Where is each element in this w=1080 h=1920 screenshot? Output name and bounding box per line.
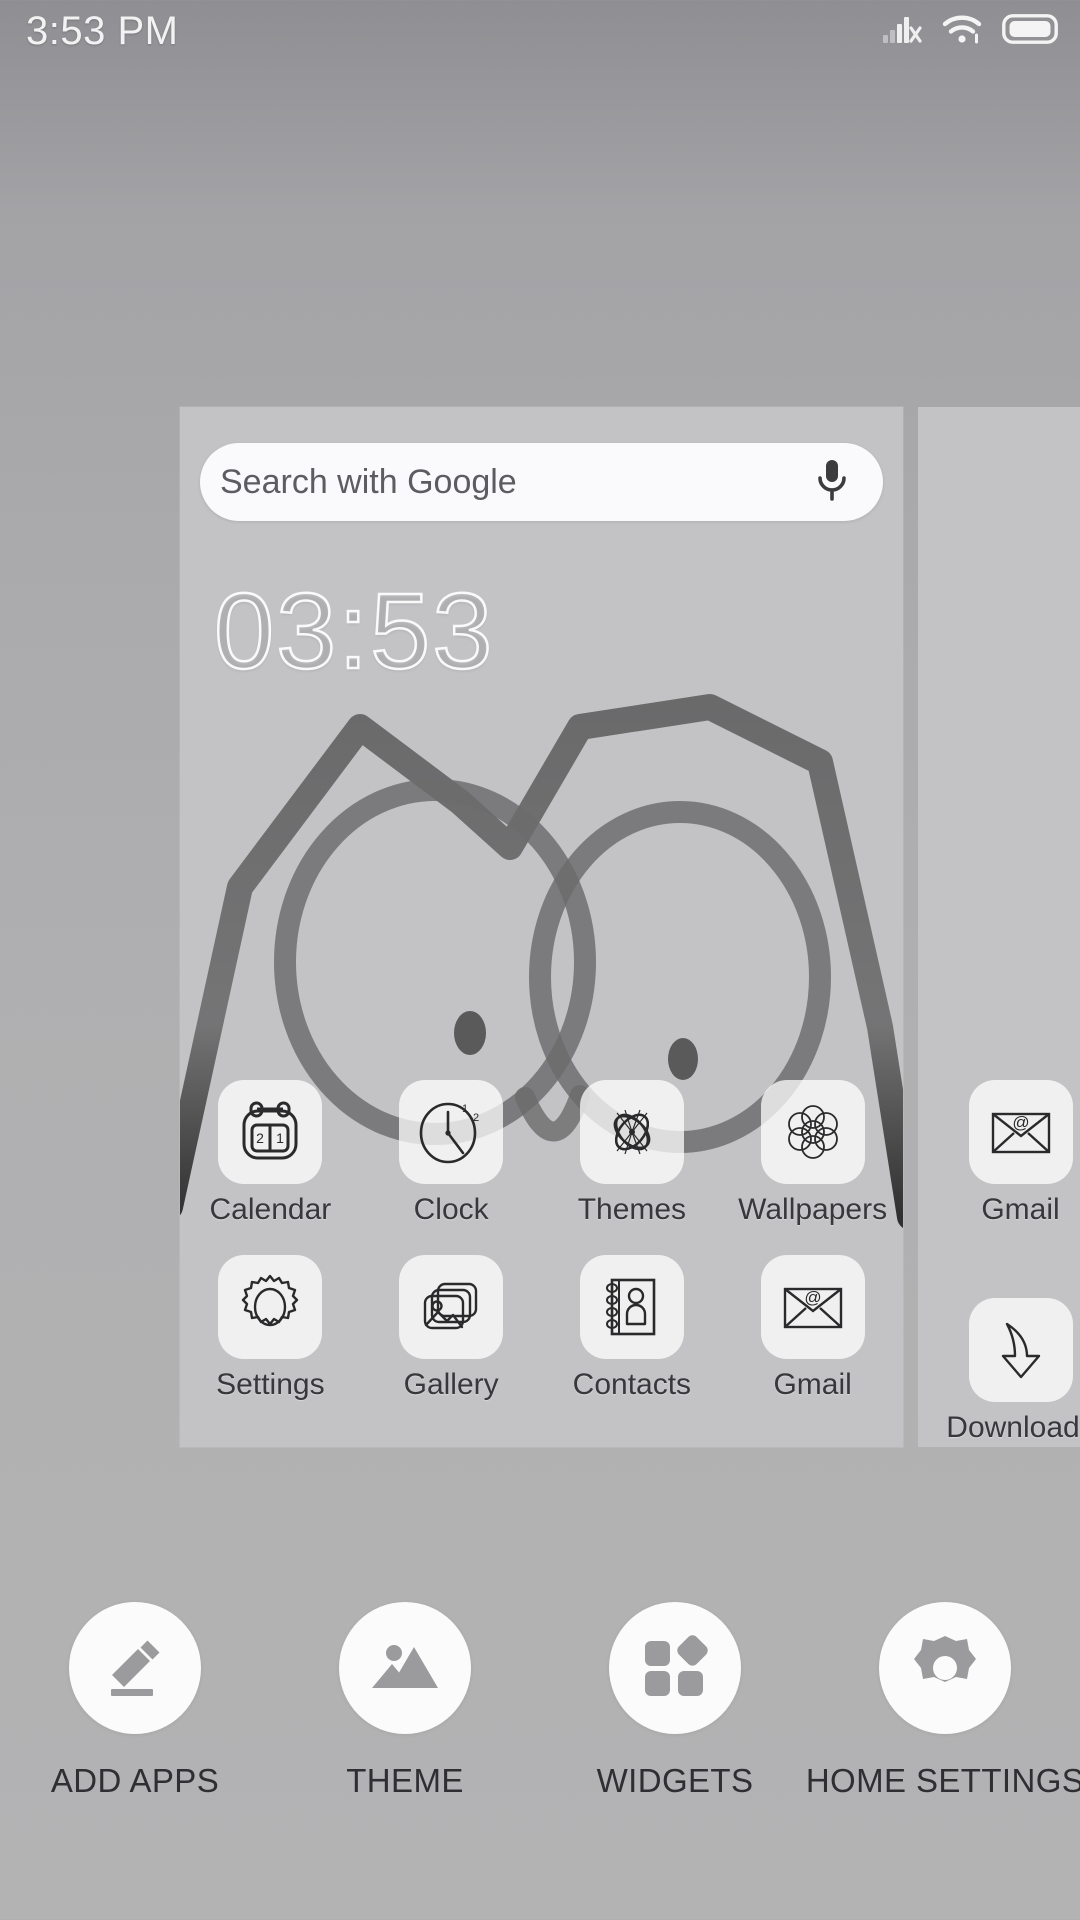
- app-icon-calendar[interactable]: 2 1 Calendar: [180, 1080, 361, 1227]
- widgets-label: WIDGETS: [596, 1762, 754, 1799]
- app-label-clock: Clock: [413, 1193, 489, 1226]
- status-bar: 3:53 PM: [0, 0, 1080, 62]
- gallery-photos-icon: [399, 1255, 504, 1359]
- app-icon-contacts[interactable]: Contacts: [542, 1255, 723, 1402]
- battery-full-icon: [1002, 13, 1058, 49]
- theme-label: THEME: [346, 1762, 464, 1799]
- clock-widget[interactable]: 03:53: [213, 575, 494, 686]
- microphone-icon[interactable]: [815, 457, 849, 508]
- add-apps-button[interactable]: ADD APPS: [0, 1602, 270, 1800]
- widgets-button[interactable]: WIDGETS: [540, 1602, 810, 1800]
- wifi-icon: [941, 13, 983, 50]
- app-icon-settings[interactable]: Settings: [180, 1255, 361, 1402]
- app-icon-gallery[interactable]: Gallery: [361, 1255, 542, 1402]
- app-icon-themes[interactable]: Themes: [542, 1080, 723, 1227]
- themes-flower-icon: [579, 1080, 684, 1184]
- app-label-downloads: Downloads: [946, 1411, 1080, 1444]
- gmail-envelope-icon: @: [760, 1255, 865, 1359]
- app-label-calendar: Calendar: [209, 1193, 332, 1226]
- home-screen-preview-card[interactable]: Search with Google 03:53 2 1 Calendar 1 …: [180, 407, 903, 1447]
- widgets-icon: [609, 1602, 741, 1734]
- pencil-icon: [69, 1602, 201, 1734]
- home-editor-toolbar: ADD APPS THEME WIDGETS HOME SETTINGS: [0, 1580, 1080, 1920]
- home-settings-label: HOME SETTINGS: [805, 1762, 1080, 1799]
- theme-button[interactable]: THEME: [270, 1602, 540, 1800]
- app-label-themes: Themes: [577, 1193, 687, 1226]
- svg-text:@: @: [1012, 1113, 1029, 1132]
- status-bar-clock: 3:53 PM: [26, 8, 179, 53]
- image-icon: [339, 1602, 471, 1734]
- app-label-contacts: Contacts: [572, 1368, 692, 1401]
- calendar-badge-left: 2: [256, 1130, 264, 1146]
- contacts-book-icon: [579, 1255, 684, 1359]
- gmail-envelope-icon: @: [968, 1080, 1073, 1184]
- app-label-gallery: Gallery: [403, 1368, 499, 1401]
- gear-icon: [879, 1602, 1011, 1734]
- app-icon-gmail-next[interactable]: @ Gmail: [918, 1080, 1080, 1227]
- app-icon-wallpapers[interactable]: Wallpapers: [722, 1080, 903, 1227]
- app-icon-downloads[interactable]: Downloads: [918, 1298, 1080, 1445]
- wallpapers-rosette-icon: [760, 1080, 865, 1184]
- next-home-screen-preview-card[interactable]: @ Gmail Downloads: [918, 407, 1080, 1447]
- clock-icon: 1 2: [399, 1080, 504, 1184]
- add-apps-label: ADD APPS: [50, 1762, 220, 1799]
- app-label-gmail: Gmail: [773, 1368, 852, 1401]
- status-bar-icons: [882, 13, 1058, 50]
- home-screen-preview-area: Search with Google 03:53 2 1 Calendar 1 …: [0, 62, 1080, 1462]
- cellular-signal-no-sim-icon: [882, 13, 922, 50]
- app-icon-clock[interactable]: 1 2 Clock: [361, 1080, 542, 1227]
- clock-mark-1: 1: [462, 1103, 468, 1115]
- app-grid-row-1: 2 1 Calendar 1 2 Clock Themes Wallpapers: [180, 1080, 903, 1227]
- clock-mark-2: 2: [473, 1112, 479, 1124]
- app-grid-row-2: Settings Gallery Contacts @ Gmail: [180, 1255, 903, 1402]
- calendar-badge-right: 1: [276, 1130, 284, 1146]
- search-input[interactable]: Search with Google: [220, 463, 517, 502]
- app-label-settings: Settings: [216, 1368, 325, 1401]
- downloads-arrow-icon: [968, 1298, 1073, 1402]
- app-label-wallpapers: Wallpapers: [738, 1193, 888, 1226]
- app-icon-gmail[interactable]: @ Gmail: [722, 1255, 903, 1402]
- app-label-gmail-next: Gmail: [981, 1193, 1060, 1226]
- google-search-bar[interactable]: Search with Google: [200, 443, 883, 521]
- calendar-icon: 2 1: [218, 1080, 323, 1184]
- settings-gear-icon: [218, 1255, 323, 1359]
- next-page-app-column: @ Gmail Downloads: [918, 1080, 1080, 1445]
- svg-text:@: @: [804, 1288, 821, 1307]
- home-settings-button[interactable]: HOME SETTINGS: [806, 1602, 1080, 1800]
